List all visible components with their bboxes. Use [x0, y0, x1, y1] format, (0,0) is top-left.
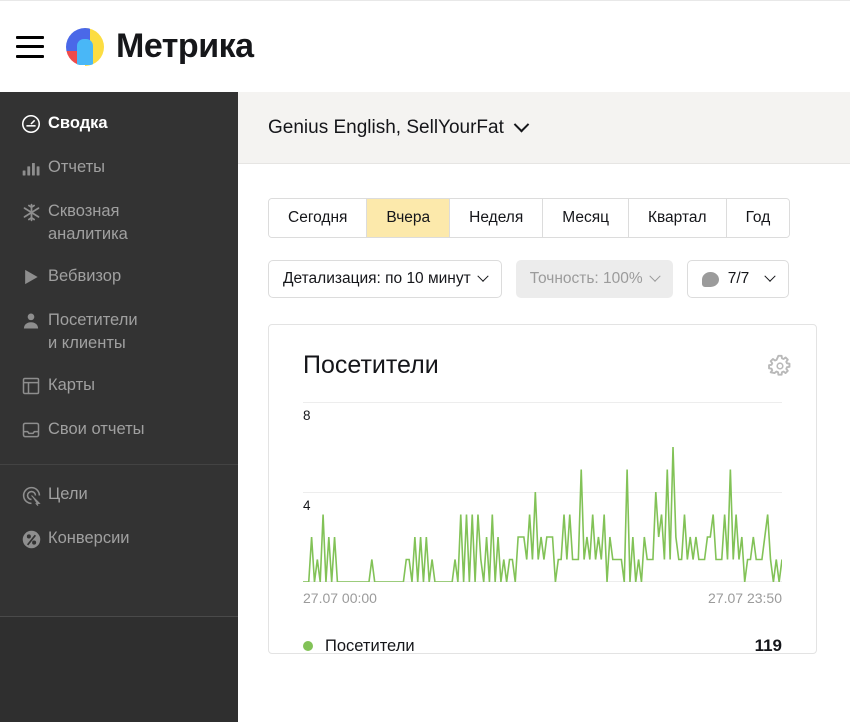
period-tab-month[interactable]: Месяц — [543, 199, 629, 237]
speech-bubble-icon — [701, 271, 719, 287]
comments-label: 7/7 — [727, 270, 750, 287]
card-title: Посетители — [303, 351, 439, 379]
sidebar-item-label: Сводка — [48, 114, 108, 132]
sidebar-item-maps[interactable]: Карты — [0, 364, 238, 408]
detail-level-dropdown[interactable]: Детализация: по 10 минут — [268, 260, 502, 298]
sidebar-item-analytics[interactable]: Сквозная аналитика — [0, 190, 238, 255]
sidebar-divider — [0, 464, 238, 465]
inbox-icon — [14, 417, 48, 443]
detail-level-label: Детализация: по 10 минут — [283, 270, 471, 287]
brand-title: Метрика — [116, 27, 254, 65]
sidebar-item-reports[interactable]: Отчеты — [0, 146, 238, 190]
period-tab-today[interactable]: Сегодня — [269, 199, 368, 237]
period-tab-yesterday[interactable]: Вчера — [367, 199, 451, 237]
card-header: Посетители — [269, 325, 816, 380]
top-bar: Метрика — [0, 0, 850, 92]
x-axis-end-label: 27.07 23:50 — [708, 590, 782, 606]
sidebar: Сводка Отчеты Сквозная аналитика Вебвизо… — [0, 92, 238, 722]
period-tab-year[interactable]: Год — [726, 199, 790, 237]
sidebar-item-summary[interactable]: Сводка — [0, 102, 238, 146]
sidebar-item-label: Сквозная аналитика — [48, 202, 128, 243]
sidebar-item-label: Свои отчеты — [48, 420, 145, 438]
sidebar-primary-nav: Сводка Отчеты Сквозная аналитика Вебвизо… — [0, 92, 238, 561]
chevron-down-icon — [513, 116, 530, 133]
sidebar-item-label: Посетители и клиенты — [48, 311, 138, 352]
snowflake-icon — [14, 199, 48, 225]
chart-plot-area: 8 4 — [303, 402, 782, 582]
sidebar-item-goals[interactable]: Цели — [0, 473, 238, 517]
legend-series-value: 119 — [754, 636, 782, 655]
main-content: Genius English, SellYourFat Сегодня Вчер… — [238, 92, 850, 722]
visitors-line-chart — [303, 402, 782, 582]
chevron-down-icon — [764, 270, 776, 282]
sidebar-item-visitors[interactable]: Посетители и клиенты — [0, 299, 238, 364]
person-icon — [14, 308, 48, 334]
chevron-down-icon — [649, 270, 661, 282]
hamburger-icon[interactable] — [16, 35, 44, 58]
play-icon — [14, 264, 48, 290]
x-axis-start-label: 27.07 00:00 — [303, 590, 377, 606]
sidebar-footer — [0, 616, 238, 722]
layout-icon — [14, 373, 48, 399]
accuracy-label: Точность: 100% — [529, 270, 643, 287]
percent-circle-icon — [14, 526, 48, 552]
visitors-card: Посетители 8 4 27.07 00:00 27.07 23:50 П… — [268, 324, 817, 656]
legend-series-name: Посетители — [325, 636, 415, 655]
sidebar-item-custom-reports[interactable]: Свои отчеты — [0, 408, 238, 452]
sidebar-item-conversions[interactable]: Конверсии — [0, 517, 238, 561]
controls-row: Детализация: по 10 минут Точность: 100% … — [268, 260, 850, 298]
sidebar-item-label: Вебвизор — [48, 267, 122, 285]
sidebar-item-label: Цели — [48, 485, 88, 503]
gear-icon[interactable] — [768, 354, 792, 378]
period-tab-quarter[interactable]: Квартал — [628, 199, 727, 237]
period-tab-week[interactable]: Неделя — [450, 199, 544, 237]
project-name: Genius English, SellYourFat — [268, 116, 504, 138]
comments-dropdown[interactable]: 7/7 — [686, 260, 790, 298]
metrika-dashboard: Метрика Сводка Отчеты Сквозная аналитика… — [0, 0, 850, 722]
sidebar-item-webvisor[interactable]: Вебвизор — [0, 255, 238, 299]
accuracy-dropdown[interactable]: Точность: 100% — [515, 260, 673, 298]
sidebar-item-label: Конверсии — [48, 529, 130, 547]
chart-x-axis: 27.07 00:00 27.07 23:50 — [303, 590, 782, 606]
chevron-down-icon — [477, 270, 489, 282]
project-selector[interactable]: Genius English, SellYourFat — [238, 92, 850, 164]
period-tab-group: Сегодня Вчера Неделя Месяц Квартал Год — [268, 198, 791, 238]
metrika-logo-icon[interactable] — [66, 27, 104, 66]
chart-legend: Посетители 119 — [303, 636, 782, 656]
legend-color-dot — [303, 641, 313, 651]
target-cursor-icon — [14, 482, 48, 508]
bar-chart-icon — [14, 155, 48, 181]
sidebar-item-label: Карты — [48, 376, 96, 394]
sidebar-item-label: Отчеты — [48, 158, 106, 176]
gauge-icon — [14, 111, 48, 137]
